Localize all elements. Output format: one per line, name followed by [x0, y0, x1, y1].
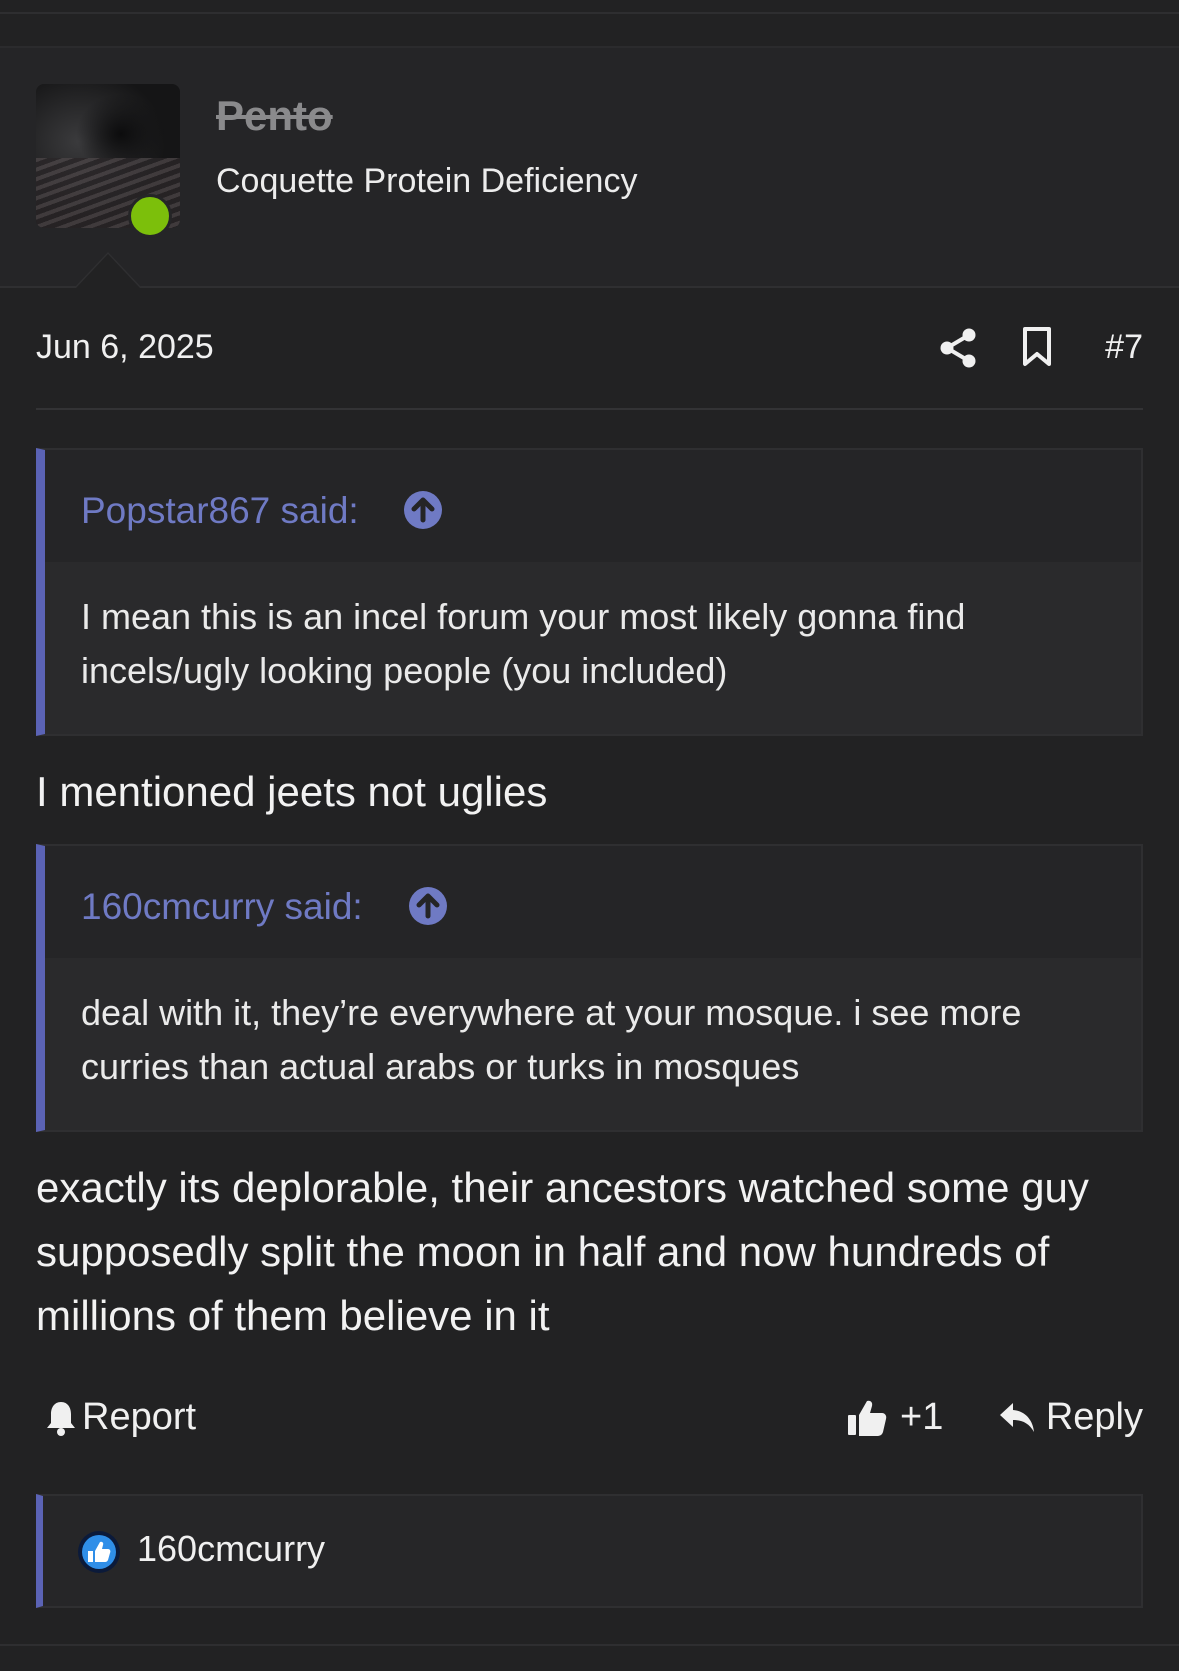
post-actions: Report +1 Reply — [36, 1396, 1143, 1450]
quote-block: Popstar867 said: I mean this is an incel… — [36, 448, 1143, 736]
quote-header: Popstar867 said: — [45, 450, 1141, 562]
reaction-users[interactable]: 160cmcurry — [137, 1528, 325, 1570]
quote-text: I mean this is an incel forum your most … — [81, 596, 966, 691]
reply-button[interactable]: Reply — [998, 1396, 1143, 1439]
bottom-divider — [0, 1644, 1179, 1646]
reply-text: I mentioned jeets not uglies — [36, 768, 548, 815]
post-date[interactable]: Jun 6, 2025 — [36, 328, 214, 367]
report-label: Report — [82, 1396, 197, 1438]
like-count: +1 — [900, 1396, 944, 1438]
like-button[interactable]: +1 — [846, 1396, 943, 1439]
quote-header: 160cmcurry said: — [45, 846, 1141, 958]
online-status-dot — [128, 194, 172, 238]
user-title: Coquette Protein Deficiency — [216, 162, 638, 200]
jump-to-quote-icon[interactable] — [403, 490, 443, 530]
top-divider — [0, 12, 1179, 14]
like-reaction-icon[interactable] — [77, 1530, 121, 1574]
post-meta: Jun 6, 2025 #7 — [36, 324, 1143, 374]
username[interactable]: Pento — [216, 92, 333, 140]
quote-block: 160cmcurry said: deal with it, they’re e… — [36, 844, 1143, 1132]
thumbs-up-icon — [848, 1400, 887, 1436]
bookmark-icon[interactable] — [1020, 326, 1054, 368]
post-number[interactable]: #7 — [1105, 328, 1143, 367]
reply-text: exactly its deplorable, their ancestors … — [36, 1164, 1089, 1339]
reply-arrow-icon — [999, 1402, 1034, 1432]
reactions-bar: 160cmcurry — [36, 1494, 1143, 1608]
report-button[interactable]: Report — [44, 1396, 196, 1439]
quote-author[interactable]: Popstar867 said: — [81, 490, 359, 532]
header-pointer — [76, 254, 140, 288]
quote-text: deal with it, they’re everywhere at your… — [81, 992, 1022, 1087]
quote-author[interactable]: 160cmcurry said: — [81, 886, 363, 928]
bell-icon — [47, 1401, 75, 1436]
share-icon[interactable] — [938, 328, 978, 368]
reply-label: Reply — [1045, 1396, 1143, 1438]
meta-divider — [36, 408, 1143, 410]
jump-to-quote-icon[interactable] — [408, 886, 448, 926]
